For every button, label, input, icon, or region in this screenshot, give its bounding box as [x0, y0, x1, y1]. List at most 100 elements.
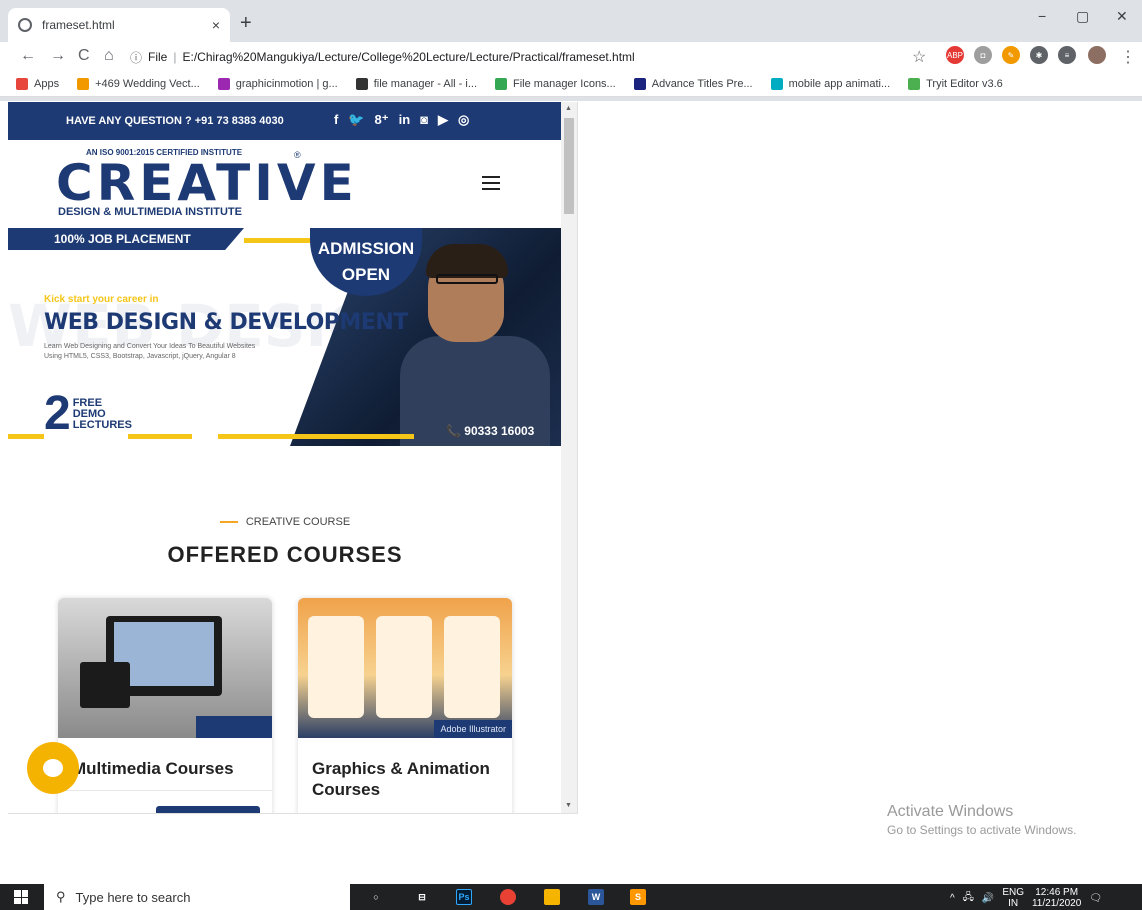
- photoshop-icon[interactable]: Ps: [456, 889, 472, 905]
- new-tab-button[interactable]: +: [240, 12, 252, 35]
- image-tag: [196, 716, 272, 738]
- person-glasses: [436, 274, 498, 284]
- search-placeholder: Type here to search: [75, 889, 191, 905]
- cortana-icon[interactable]: ○: [368, 889, 384, 905]
- adblock-icon[interactable]: ABP: [946, 46, 964, 64]
- chat-icon: [43, 759, 63, 777]
- chrome-icon[interactable]: [500, 889, 516, 905]
- logo-wordmark[interactable]: CREATIVE: [56, 154, 358, 212]
- contact-topbar: HAVE ANY QUESTION ? +91 73 8383 4030 f 🐦…: [8, 102, 562, 140]
- course-card-graphics[interactable]: Adobe Illustrator Graphics & Animation C…: [298, 598, 512, 813]
- demo-text: FREE DEMO LECTURES: [72, 396, 132, 431]
- back-button[interactable]: ←: [20, 47, 36, 65]
- hero-banner[interactable]: 100% JOB PLACEMENT WEB DESIGN & ADMISSIO…: [8, 228, 562, 446]
- sublime-text-icon[interactable]: S: [630, 889, 646, 905]
- menu-dots-icon[interactable]: ⋮: [1120, 47, 1136, 67]
- bookmark-file-manager[interactable]: file manager - All - i...: [355, 78, 478, 90]
- profile-avatar[interactable]: [1088, 46, 1106, 64]
- demo-count: 2: [44, 387, 71, 440]
- bookmark-favicon: [633, 78, 646, 90]
- close-window-button[interactable]: ✕: [1116, 8, 1128, 25]
- clock-date: 11/21/2020: [1031, 898, 1082, 909]
- course-title: Multimedia Courses: [72, 759, 234, 778]
- activate-title: Activate Windows: [887, 803, 1014, 820]
- banner-phone[interactable]: 📞 90333 16003: [446, 424, 534, 438]
- browser-tab[interactable]: frameset.html ×: [8, 8, 230, 42]
- tab-close-button[interactable]: ×: [212, 17, 220, 33]
- word-icon[interactable]: W: [588, 889, 604, 905]
- kicker-dash: [219, 521, 238, 524]
- bookmark-tryit[interactable]: Tryit Editor v3.6: [908, 78, 1003, 90]
- activate-subtitle: Go to Settings to activate Windows.: [887, 823, 1077, 837]
- bookmark-advance-titles[interactable]: Advance Titles Pre...: [633, 78, 753, 90]
- hamburger-menu-icon[interactable]: [482, 176, 500, 190]
- youtube-icon[interactable]: ▶: [438, 112, 448, 128]
- task-view-icon[interactable]: ⊟: [414, 889, 430, 905]
- bookmark-favicon: [77, 78, 90, 90]
- puzzle-extension-icon[interactable]: ✱: [1030, 46, 1048, 64]
- registered-mark: ®: [294, 150, 301, 160]
- bookmark-graphicinmotion[interactable]: graphicinmotion | g...: [217, 78, 338, 90]
- google-plus-icon[interactable]: 8⁺: [375, 112, 389, 128]
- course-title: Graphics & Animation Courses: [312, 759, 490, 799]
- url-scheme: File: [148, 50, 168, 64]
- demo-line: LECTURES: [72, 418, 132, 431]
- section-kicker: CREATIVE COURSE: [8, 516, 562, 528]
- bookmark-file-manager-icons[interactable]: File manager Icons...: [495, 78, 616, 90]
- home-button[interactable]: ⌂: [104, 47, 114, 65]
- image-tag: Adobe Illustrator: [434, 720, 512, 738]
- bookmark-star-icon[interactable]: ☆: [912, 47, 926, 67]
- facebook-icon[interactable]: f: [334, 112, 338, 128]
- demo-line: DEMO: [72, 407, 106, 420]
- tray-chevron-icon[interactable]: ^: [950, 893, 955, 904]
- network-icon[interactable]: 🖧: [963, 890, 974, 907]
- taskbar-search[interactable]: ⚲ Type here to search: [44, 884, 350, 910]
- reading-list-icon[interactable]: ≡: [1058, 46, 1076, 64]
- course-image: [58, 598, 272, 738]
- admission-line1: ADMISSION: [317, 239, 415, 258]
- scrollbar-thumb[interactable]: [564, 118, 574, 214]
- browser-chrome: frameset.html × + − ▢ ✕ ← → C ⌂ ⓘ File |…: [0, 0, 1142, 101]
- bookmark-apps[interactable]: Apps: [16, 78, 59, 90]
- chat-widget-button[interactable]: [27, 742, 79, 794]
- linkedin-icon[interactable]: in: [399, 112, 411, 128]
- minimize-button[interactable]: −: [1038, 8, 1046, 24]
- yellow-stripe: [8, 434, 44, 439]
- demo-line: FREE: [72, 396, 103, 409]
- bookmark-mobile-app[interactable]: mobile app animati...: [770, 78, 890, 90]
- page-scrollbar[interactable]: ▲ ▼: [561, 102, 577, 813]
- instagram-icon[interactable]: ◙: [420, 112, 428, 128]
- maximize-button[interactable]: ▢: [1076, 8, 1089, 25]
- admission-badge: ADMISSION OPEN: [310, 228, 422, 296]
- file-explorer-icon[interactable]: [544, 889, 560, 905]
- forward-button[interactable]: →: [50, 47, 66, 65]
- notification-icon[interactable]: 🗨: [1089, 893, 1102, 904]
- reload-button[interactable]: C: [78, 47, 90, 65]
- whatsapp-icon[interactable]: ◎: [458, 112, 469, 128]
- admission-line2: OPEN: [341, 265, 391, 284]
- volume-icon[interactable]: 🔊: [982, 893, 994, 904]
- yellow-stripe: [128, 434, 192, 439]
- info-icon[interactable]: ⓘ: [130, 49, 142, 66]
- scroll-up-icon[interactable]: ▲: [565, 105, 572, 112]
- region-code: IN: [1008, 898, 1019, 909]
- clock[interactable]: 12:46 PM 11/21/2020: [1032, 887, 1081, 909]
- tab-title: frameset.html: [42, 18, 115, 32]
- camera-extension-icon[interactable]: ◘: [974, 46, 992, 64]
- pen-extension-icon[interactable]: ✎: [1002, 46, 1020, 64]
- course-card-multimedia[interactable]: Multimedia Courses: [58, 598, 272, 813]
- bookmark-label: file manager - All - i...: [373, 78, 478, 90]
- url-text[interactable]: E:/Chirag%20Mangukiya/Lecture/College%20…: [182, 50, 634, 64]
- address-bar[interactable]: ⓘ File | E:/Chirag%20Mangukiya/Lecture/C…: [130, 45, 930, 69]
- bookmark-wedding[interactable]: +469 Wedding Vect...: [77, 78, 200, 90]
- scroll-down-icon[interactable]: ▼: [565, 802, 572, 809]
- windows-start-icon[interactable]: [14, 890, 28, 904]
- course-button[interactable]: [156, 806, 260, 813]
- banner-title: WEB DESIGN & DEVELOPMENT: [44, 310, 408, 335]
- twitter-icon[interactable]: 🐦: [348, 112, 364, 128]
- banner-kicker: Kick start your career in: [44, 294, 159, 305]
- banner-desc-line: Using HTML5, CSS3, Bootstrap, Javascript…: [44, 353, 236, 360]
- yellow-stripe: [244, 238, 312, 243]
- language-indicator[interactable]: ENG IN: [1002, 887, 1024, 909]
- bookmark-favicon: [770, 78, 783, 90]
